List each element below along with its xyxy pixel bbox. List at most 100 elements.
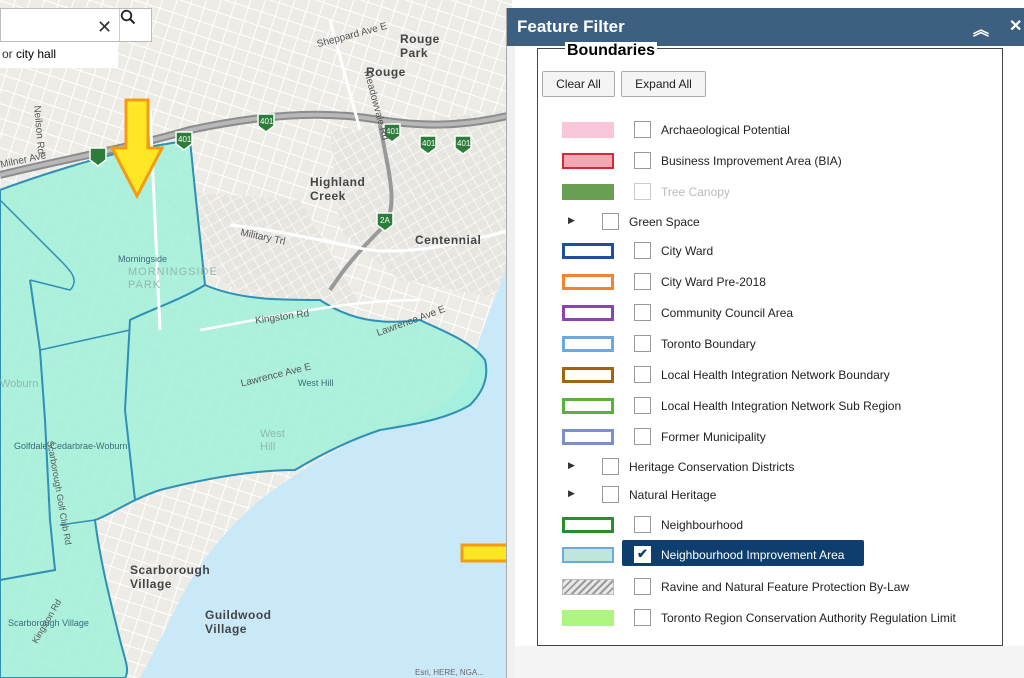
search-icon xyxy=(120,9,136,25)
filter-checkbox[interactable] xyxy=(634,242,651,259)
clear-search-icon[interactable]: ✕ xyxy=(97,17,112,38)
highway-shield-label: 401 xyxy=(178,135,192,144)
filter-label: Archaeological Potential xyxy=(661,123,790,137)
legend-swatch xyxy=(562,274,614,290)
panel-body: Boundaries Clear All Expand All Archaeol… xyxy=(515,42,1024,678)
panel-header: Feature Filter ︽ ✕ xyxy=(507,8,1024,46)
filter-label: Green Space xyxy=(629,215,700,229)
filter-row[interactable]: Local Health Integration Network Sub Reg… xyxy=(538,391,1004,421)
filter-row[interactable]: Toronto Boundary xyxy=(538,329,1004,359)
map-label-guildwood-village: Guildwood Village xyxy=(205,608,272,636)
legend-swatch xyxy=(562,367,614,383)
filter-checkbox[interactable] xyxy=(634,397,651,414)
filter-row[interactable]: Tree Canopy xyxy=(538,177,1004,207)
legend-swatch xyxy=(562,517,614,533)
map-view[interactable]: 401 401 401 401 401 2A Sheppard Ave E Ro… xyxy=(0,0,512,678)
legend-swatch xyxy=(562,305,614,321)
filter-row[interactable]: Business Improvement Area (BIA) xyxy=(538,146,1004,176)
legend-swatch xyxy=(562,547,614,563)
map-label-morningside-park: MORNINGSIDE PARK xyxy=(128,266,218,291)
map-label-centennial: Centennial xyxy=(415,233,482,247)
legend-swatch xyxy=(562,184,614,200)
map-label-golfdale: Golfdale-Cedarbrae-Woburn xyxy=(14,441,128,451)
filter-checkbox[interactable] xyxy=(602,458,619,475)
feature-filter-panel: Feature Filter ︽ ✕ Boundaries Clear All … xyxy=(506,8,1024,678)
legend-swatch xyxy=(562,579,614,595)
filter-label: Ravine and Natural Feature Protection By… xyxy=(661,580,910,594)
expand-caret-icon[interactable]: ▶ xyxy=(568,460,575,471)
clear-all-button[interactable]: Clear All xyxy=(542,71,615,97)
filter-row[interactable]: Local Health Integration Network Boundar… xyxy=(538,360,1004,390)
close-icon[interactable]: ✕ xyxy=(1009,16,1022,36)
filter-label: City Ward Pre-2018 xyxy=(661,275,766,289)
filter-label: Heritage Conservation Districts xyxy=(629,460,795,474)
filter-checkbox[interactable]: ✔ xyxy=(634,546,651,563)
section-title: Boundaries xyxy=(565,42,658,60)
search-hint-term: city hall xyxy=(16,47,57,61)
checkmark-icon: ✔ xyxy=(637,546,648,561)
search-hint: or city hall xyxy=(0,42,118,68)
filter-checkbox[interactable] xyxy=(634,152,651,169)
highway-shield-label: 401 xyxy=(422,139,436,148)
legend-swatch xyxy=(562,336,614,352)
highway-shield-label: 2A xyxy=(380,216,390,225)
filter-label: Former Municipality xyxy=(661,430,766,444)
filter-label: Neighbourhood Improvement Area xyxy=(661,548,845,562)
filter-checkbox[interactable] xyxy=(634,578,651,595)
filter-checkbox[interactable] xyxy=(634,335,651,352)
map-label-highland-creek: Highland Creek xyxy=(310,175,366,203)
search-input[interactable]: ✕ xyxy=(0,8,152,42)
filter-row[interactable]: ✔ Neighbourhood Improvement Area xyxy=(538,540,1004,570)
filter-label: Natural Heritage xyxy=(629,488,717,502)
filter-label: Local Health Integration Network Boundar… xyxy=(661,368,890,382)
filter-row[interactable]: Toronto Region Conservation Authority Re… xyxy=(538,603,1004,633)
filter-checkbox[interactable] xyxy=(634,516,651,533)
filter-row[interactable]: Neighbourhood xyxy=(538,510,1004,540)
filter-checkbox[interactable] xyxy=(602,486,619,503)
filter-label: Tree Canopy xyxy=(661,185,730,199)
filter-row[interactable]: ▶ Natural Heritage xyxy=(538,480,1004,510)
panel-footer xyxy=(515,646,1024,678)
collapse-panel-icon[interactable]: ︽ xyxy=(973,16,989,40)
filter-label: Community Council Area xyxy=(661,306,794,320)
filter-checkbox[interactable] xyxy=(602,213,619,230)
filter-checkbox[interactable] xyxy=(634,609,651,626)
map-label-west-hill-large: West Hill xyxy=(260,428,285,453)
legend-swatch xyxy=(562,610,614,626)
filter-row[interactable]: City Ward xyxy=(538,236,1004,266)
filter-label: Neighbourhood xyxy=(661,518,744,532)
legend-swatch xyxy=(562,122,614,138)
legend-swatch xyxy=(562,153,614,169)
filter-row[interactable]: City Ward Pre-2018 xyxy=(538,267,1004,297)
expand-all-button[interactable]: Expand All xyxy=(621,71,706,97)
search-button[interactable] xyxy=(119,9,153,41)
filter-row[interactable]: Community Council Area xyxy=(538,298,1004,328)
legend-swatch xyxy=(562,398,614,414)
filter-row[interactable]: ▶ Green Space xyxy=(538,207,1004,237)
filter-checkbox[interactable] xyxy=(634,121,651,138)
panel-title: Feature Filter xyxy=(517,17,625,36)
filter-row[interactable]: Ravine and Natural Feature Protection By… xyxy=(538,572,1004,602)
filter-row[interactable]: Former Municipality xyxy=(538,422,1004,452)
filter-row[interactable]: ▶ Heritage Conservation Districts xyxy=(538,452,1004,482)
filter-checkbox[interactable] xyxy=(634,428,651,445)
filter-checkbox[interactable] xyxy=(634,366,651,383)
filter-label: Toronto Boundary xyxy=(661,337,756,351)
filter-label: Toronto Region Conservation Authority Re… xyxy=(661,611,956,625)
boundaries-group: Boundaries Clear All Expand All Archaeol… xyxy=(537,42,1004,646)
expand-caret-icon[interactable]: ▶ xyxy=(568,215,575,226)
filter-checkbox[interactable] xyxy=(634,273,651,290)
legend-swatch xyxy=(562,243,614,259)
filter-label: City Ward xyxy=(661,244,714,258)
filter-checkbox[interactable] xyxy=(634,304,651,321)
filter-label: Local Health Integration Network Sub Reg… xyxy=(661,399,902,413)
map-attribution: Esri, HERE, NGA... xyxy=(415,668,484,677)
filter-row[interactable]: Archaeological Potential xyxy=(538,115,1004,145)
filter-label: Business Improvement Area (BIA) xyxy=(661,154,842,168)
highway-shield-label: 401 xyxy=(457,139,471,148)
expand-caret-icon[interactable]: ▶ xyxy=(568,488,575,499)
map-canvas xyxy=(0,0,512,678)
highway-shield-label: 401 xyxy=(260,117,274,126)
filter-checkbox[interactable] xyxy=(634,183,651,200)
map-label-west-hill: West Hill xyxy=(298,378,334,388)
